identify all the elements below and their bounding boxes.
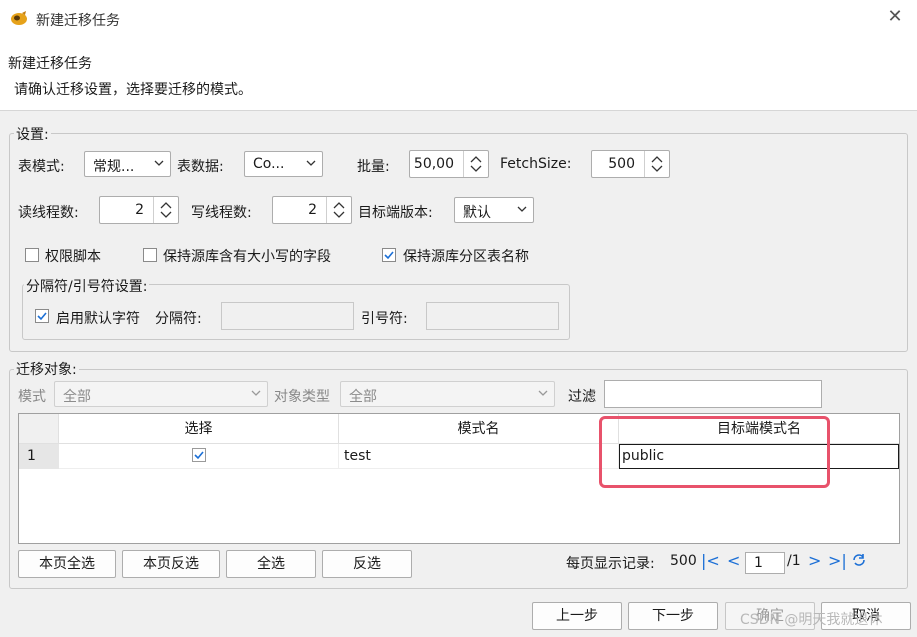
app-logo-icon <box>10 10 28 26</box>
table-mode-value: 常规... <box>93 159 135 175</box>
perm-script-checkbox[interactable] <box>25 248 39 262</box>
target-version-label: 目标端版本: <box>358 205 433 221</box>
batch-label: 批量: <box>357 159 390 175</box>
read-threads-spinner[interactable]: 2 <box>99 196 179 224</box>
table-data-label: 表数据: <box>177 159 224 175</box>
next-page-icon[interactable]: > <box>808 551 821 570</box>
page-invert-button[interactable]: 本页反选 <box>122 550 220 578</box>
objects-group-label: 迁移对象: <box>14 359 79 379</box>
object-type-label: 对象类型 <box>274 389 330 405</box>
filter-input[interactable] <box>604 380 822 408</box>
spinner-buttons[interactable] <box>326 197 351 223</box>
check-icon <box>384 251 394 260</box>
last-page-icon[interactable]: >| <box>828 551 847 570</box>
keep-partition-label: 保持源库分区表名称 <box>403 249 529 265</box>
title-bar <box>0 0 917 38</box>
mode-filter-value: 全部 <box>63 389 91 405</box>
write-threads-label: 写线程数: <box>191 205 252 221</box>
table-row[interactable] <box>59 444 339 469</box>
row-select-checkbox[interactable] <box>192 448 206 462</box>
highlight-annotation <box>599 416 830 488</box>
dialog-header <box>0 38 917 110</box>
chevron-down-icon <box>251 390 261 396</box>
perm-script-label: 权限脚本 <box>45 249 101 265</box>
prev-page-icon[interactable]: < <box>727 551 740 570</box>
target-version-value: 默认 <box>463 205 491 221</box>
spinner-buttons[interactable] <box>153 197 178 223</box>
fetch-size-spinner[interactable]: 500 <box>591 150 670 178</box>
row-schema-name[interactable]: test <box>339 444 619 469</box>
quote-label: 引号符: <box>361 311 408 327</box>
chevron-down-icon <box>538 390 548 396</box>
page-subtitle: 请确认迁移设置，选择要迁移的模式。 <box>14 82 252 98</box>
chevron-down-icon[interactable] <box>333 211 345 219</box>
read-threads-value: 2 <box>135 202 144 218</box>
window-title: 新建迁移任务 <box>36 13 120 29</box>
page-select-all-button[interactable]: 本页全选 <box>18 550 116 578</box>
table-data-select[interactable]: Co... <box>244 151 323 177</box>
object-type-value: 全部 <box>349 389 377 405</box>
batch-spinner[interactable]: 50,00 <box>409 150 489 178</box>
chevron-up-icon[interactable] <box>470 155 482 163</box>
grid-corner <box>19 414 59 444</box>
spinner-buttons[interactable] <box>463 151 488 177</box>
chevron-down-icon <box>154 160 164 166</box>
next-step-button[interactable]: 下一步 <box>628 602 718 630</box>
target-version-select[interactable]: 默认 <box>454 197 534 223</box>
batch-value: 50,00 <box>413 156 454 172</box>
page-title: 新建迁移任务 <box>8 56 92 72</box>
close-icon[interactable]: ✕ <box>884 6 906 28</box>
page-size-value: 500 <box>670 553 697 569</box>
chevron-down-icon[interactable] <box>470 165 482 173</box>
column-header-select[interactable]: 选择 <box>59 414 339 444</box>
fetch-size-value: 500 <box>608 156 635 172</box>
check-icon <box>194 451 204 460</box>
settings-group-label: 设置: <box>14 124 51 144</box>
first-page-icon[interactable]: |< <box>701 551 720 570</box>
keep-case-checkbox[interactable] <box>143 248 157 262</box>
chevron-down-icon <box>306 160 316 166</box>
row-number: 1 <box>19 444 59 469</box>
quote-input[interactable] <box>426 302 559 330</box>
prev-step-button[interactable]: 上一步 <box>532 602 622 630</box>
page-size-label: 每页显示记录: <box>566 556 655 572</box>
refresh-icon[interactable] <box>851 552 867 568</box>
object-type-select[interactable]: 全部 <box>340 381 555 407</box>
filter-label: 过滤 <box>568 389 596 405</box>
use-default-char-checkbox[interactable] <box>35 309 49 323</box>
chevron-down-icon <box>517 206 527 212</box>
table-mode-select[interactable]: 常规... <box>84 151 171 177</box>
chevron-up-icon[interactable] <box>333 201 345 209</box>
mode-filter-select[interactable]: 全部 <box>54 381 268 407</box>
write-threads-value: 2 <box>308 202 317 218</box>
chevron-down-icon[interactable] <box>160 211 172 219</box>
select-all-button[interactable]: 全选 <box>226 550 316 578</box>
fetch-size-label: FetchSize: <box>500 156 572 172</box>
chevron-down-icon[interactable] <box>651 165 663 173</box>
mode-filter-label: 模式 <box>18 389 46 405</box>
separator-input[interactable] <box>221 302 354 330</box>
page-number-input[interactable]: 1 <box>745 552 785 574</box>
invert-button[interactable]: 反选 <box>322 550 412 578</box>
separator-label: 分隔符: <box>155 311 202 327</box>
check-icon <box>37 312 47 321</box>
delimiter-group-label: 分隔符/引号符设置: <box>24 276 150 296</box>
watermark: CSDN @明天我就退休 <box>740 612 883 628</box>
read-threads-label: 读线程数: <box>18 205 79 221</box>
chevron-up-icon[interactable] <box>651 155 663 163</box>
column-header-schema[interactable]: 模式名 <box>339 414 619 444</box>
chevron-up-icon[interactable] <box>160 201 172 209</box>
keep-partition-checkbox[interactable] <box>382 248 396 262</box>
keep-case-label: 保持源库含有大小写的字段 <box>163 249 331 265</box>
write-threads-spinner[interactable]: 2 <box>272 196 352 224</box>
use-default-char-label: 启用默认字符 <box>56 311 140 327</box>
table-data-value: Co... <box>253 156 285 172</box>
table-mode-label: 表模式: <box>18 159 65 175</box>
spinner-buttons[interactable] <box>644 151 669 177</box>
page-total: /1 <box>787 553 801 569</box>
